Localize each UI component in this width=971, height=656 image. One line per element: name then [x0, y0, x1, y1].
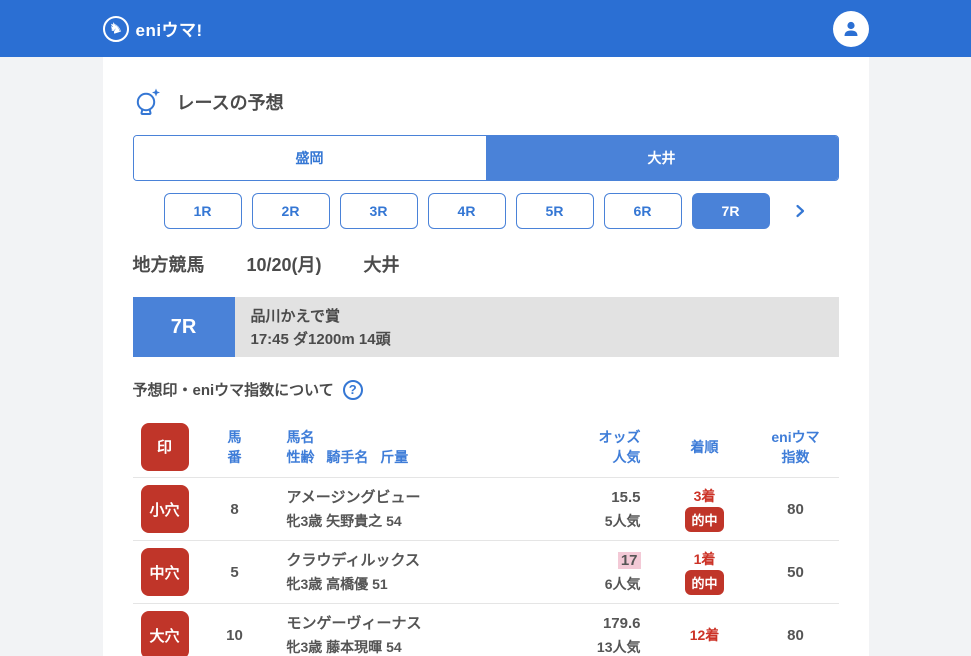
hit-badge: 的中	[685, 569, 724, 595]
eniuma-index: 50	[787, 563, 804, 581]
race-button-2r[interactable]: 2R	[251, 193, 330, 229]
odds-cell: 17 6人気	[547, 549, 657, 595]
horse-knight-icon	[102, 15, 129, 42]
horse-name: モンゲーヴィーナス	[286, 615, 422, 632]
race-name: 品川かえで賞	[250, 308, 341, 325]
horse-name: アメージングビュー	[286, 489, 421, 506]
race-button-7r[interactable]: 7R	[691, 193, 770, 229]
odds-cell: 179.6 13人気	[547, 612, 657, 656]
race-next-button[interactable]	[792, 203, 808, 219]
odds-value: 17	[547, 549, 641, 573]
header-mark-badge: 印	[140, 422, 189, 471]
header-index: eniウマ 指数	[771, 428, 820, 465]
logo-text: eniウマ!	[135, 21, 203, 40]
popularity: 13人気	[596, 639, 641, 655]
race-button-1r[interactable]: 1R	[163, 193, 242, 229]
page-title: レースの予想	[176, 93, 284, 113]
eniuma-index: 80	[787, 626, 804, 644]
user-icon	[844, 21, 857, 36]
popularity: 6人気	[604, 576, 641, 592]
horse-name-cell: モンゲーヴィーナス 牝3歳 藤本現暉 54	[273, 612, 547, 656]
race-button-3r[interactable]: 3R	[339, 193, 418, 229]
race-venue: 大井	[363, 255, 400, 275]
horse-name-cell: クラウディルックス 牝3歳 高橋優 51	[273, 549, 547, 595]
chevron-right-icon	[795, 204, 804, 218]
race-selector: 1R 2R 3R 4R 5R 6R 7R	[133, 193, 839, 229]
header-odds: オッズ 人気	[598, 428, 641, 465]
header-horse-name: 馬名 性齢 騎手名 斤量	[286, 428, 409, 465]
result-cell: 3着 的中	[657, 487, 753, 532]
popularity: 5人気	[604, 513, 641, 529]
hit-badge: 的中	[685, 506, 724, 532]
table-header-row: 印 馬 番 馬名 性齢 騎手名 斤量 オッズ 人気 着順 eniウマ 指数	[132, 416, 839, 478]
table-row[interactable]: 小穴 8 アメージングビュー 牝3歳 矢野貴之 54 15.5 5人気 3着 的…	[132, 478, 839, 541]
horse-name: クラウディルックス	[286, 552, 421, 569]
finish-position: 1着	[693, 550, 716, 567]
account-avatar-button[interactable]	[832, 10, 869, 47]
table-row[interactable]: 中穴 5 クラウディルックス 牝3歳 高橋優 51 17 6人気 1着 的中 5…	[132, 541, 839, 604]
header-horse-number: 馬 番	[227, 428, 242, 465]
legend-label: 予想印・eniウマ指数について	[132, 382, 334, 399]
race-banner[interactable]: 7R 品川かえで賞 17:45 ダ1200m 14頭	[132, 297, 839, 357]
race-category: 地方競馬	[132, 255, 205, 275]
horse-number: 10	[226, 626, 243, 644]
header-inner: eniウマ!	[102, 0, 869, 57]
race-details: 17:45 ダ1200m 14頭	[250, 331, 391, 348]
app-header: eniウマ!	[0, 0, 971, 57]
venue-tab-oi[interactable]: 大井	[485, 136, 838, 180]
odds-value: 15.5	[611, 489, 641, 506]
eniuma-index: 80	[787, 500, 804, 518]
horse-number: 8	[230, 500, 239, 518]
mark-badge: 大穴	[140, 611, 189, 656]
mark-badge: 中穴	[140, 548, 189, 596]
odds-highlight: 17	[617, 552, 641, 569]
page-title-row: レースの予想	[133, 87, 839, 117]
mark-badge: 小穴	[140, 485, 189, 533]
crystal-ball-icon	[136, 88, 160, 115]
venue-tabs: 盛岡 大井	[132, 135, 839, 181]
race-banner-number: 7R	[132, 297, 235, 357]
horse-detail: 牝3歳 矢野貴之 54	[286, 513, 402, 529]
question-icon[interactable]	[342, 379, 363, 400]
result-cell: 1着 的中	[657, 550, 753, 595]
finish-position: 12着	[689, 627, 720, 643]
result-cell: 12着	[657, 626, 753, 644]
venue-tab-morioka[interactable]: 盛岡	[133, 136, 486, 180]
odds-value: 179.6	[602, 615, 641, 632]
legend-row: 予想印・eniウマ指数について	[133, 379, 839, 400]
header-result: 着順	[690, 438, 719, 455]
prediction-table: 印 馬 番 馬名 性齢 騎手名 斤量 オッズ 人気 着順 eniウマ 指数 小穴…	[132, 416, 839, 656]
race-button-5r[interactable]: 5R	[515, 193, 594, 229]
horse-number: 5	[230, 563, 239, 581]
content-card: レースの予想 盛岡 大井 1R 2R 3R 4R 5R 6R 7R 地方競馬 1…	[102, 57, 869, 656]
horse-name-cell: アメージングビュー 牝3歳 矢野貴之 54	[273, 486, 547, 532]
race-banner-body: 品川かえで賞 17:45 ダ1200m 14頭	[234, 297, 839, 357]
odds-cell: 15.5 5人気	[547, 486, 657, 532]
table-row[interactable]: 大穴 10 モンゲーヴィーナス 牝3歳 藤本現暉 54 179.6 13人気 1…	[133, 604, 839, 656]
horse-detail: 牝3歳 藤本現暉 54	[286, 639, 402, 655]
horse-detail: 牝3歳 高橋優 51	[286, 576, 388, 592]
logo[interactable]: eniウマ!	[102, 15, 203, 42]
finish-position: 3着	[693, 487, 716, 504]
race-date: 10/20(月)	[246, 255, 322, 275]
race-meta-row: 地方競馬 10/20(月) 大井	[133, 251, 839, 277]
race-button-4r[interactable]: 4R	[427, 193, 506, 229]
race-button-6r[interactable]: 6R	[603, 193, 682, 229]
